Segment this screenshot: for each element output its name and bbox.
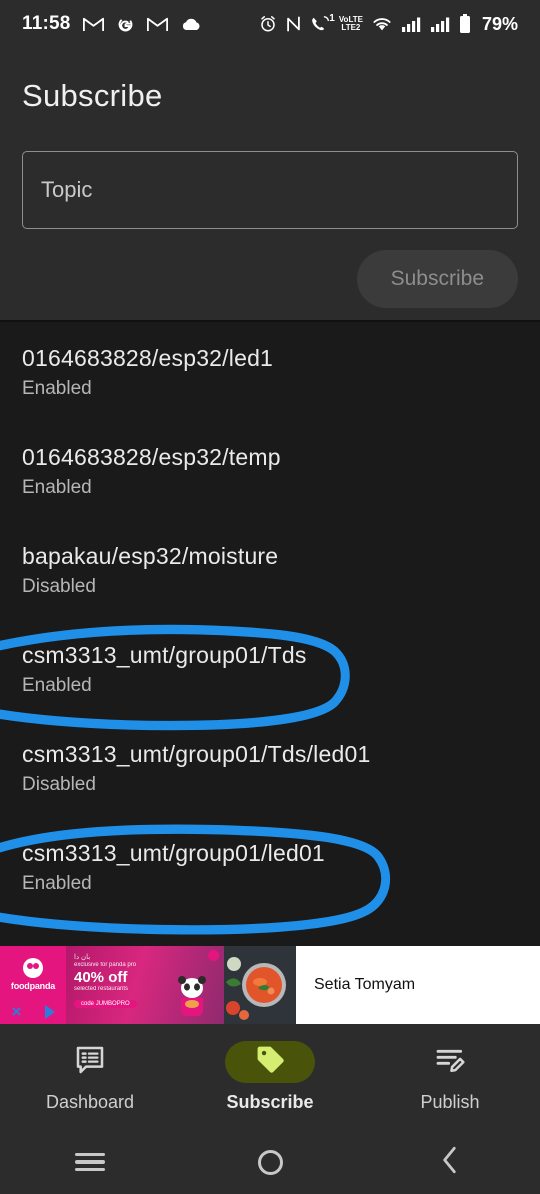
ad-arabic-line: بان دا — [74, 954, 91, 961]
recents-button[interactable] — [0, 1149, 180, 1176]
status-bar-right: 1 VoLTE LTE2 79% — [259, 13, 518, 35]
topic-input[interactable]: Topic — [22, 151, 518, 229]
ad-restaurant-name: Setia Tomyam — [314, 976, 416, 993]
google-icon — [116, 15, 135, 34]
home-icon — [257, 1149, 283, 1175]
signal-icon — [401, 16, 421, 32]
volte2-icon: VoLTE LTE2 — [339, 16, 363, 32]
gmail-icon — [146, 16, 168, 32]
tomyam-photo — [224, 946, 296, 1024]
list-item[interactable]: 0164683828/esp32/temp Enabled — [0, 443, 540, 542]
topic-input-placeholder: Topic — [41, 177, 93, 202]
status-bar: 11:58 1 VoLTE LTE2 79% — [0, 0, 540, 48]
panda-mascot-icon — [178, 976, 206, 1016]
gmail-icon — [82, 16, 104, 32]
nav-item-dashboard[interactable]: Dashboard — [0, 1041, 180, 1113]
ad-controls: × — [0, 1000, 66, 1024]
ad-brand-label: foodpanda — [10, 981, 56, 991]
battery-icon — [459, 14, 471, 34]
bottom-navigation: Dashboard Subscribe Publish — [0, 1024, 540, 1130]
topic-list[interactable]: 0164683828/esp32/led1 Enabled 0164683828… — [0, 322, 540, 946]
signal-icon — [430, 16, 450, 32]
list-item[interactable]: csm3313_umt/group01/Tds Enabled — [0, 641, 540, 740]
wifi-icon — [372, 16, 392, 32]
nav-item-publish[interactable]: Publish — [360, 1041, 540, 1113]
topic-name: csm3313_umt/group01/Tds/led01 — [22, 741, 371, 767]
topic-name: 0164683828/esp32/led1 — [22, 345, 274, 371]
call-badge: 1 — [329, 13, 335, 24]
ad-exclusive-line: exclusive for panda pro — [74, 962, 137, 968]
phone-screen: 11:58 1 VoLTE LTE2 79% Subscribe Topic S… — [0, 0, 540, 1194]
topic-name: bapakau/esp32/moisture — [22, 543, 279, 569]
nav-item-subscribe[interactable]: Subscribe — [180, 1041, 360, 1113]
back-icon — [437, 1145, 463, 1180]
alarm-icon — [259, 15, 277, 33]
ad-promo-code: code JUMBOPRO — [74, 1000, 137, 1008]
volte-sublabel: LTE2 — [341, 23, 361, 32]
nav-pill-dashboard — [45, 1041, 135, 1083]
back-button[interactable] — [360, 1145, 540, 1180]
topic-state: Disabled — [22, 576, 96, 598]
battery-percent: 79% — [481, 13, 518, 34]
ad-info-icon[interactable] — [33, 1000, 66, 1024]
topic-name: csm3313_umt/group01/led01 — [22, 840, 325, 866]
ad-close-icon[interactable]: × — [0, 1000, 33, 1024]
ad-brand: foodpanda × — [0, 946, 66, 1024]
call-icon: 1 — [310, 13, 335, 33]
topic-state: Enabled — [22, 477, 92, 499]
message-list-icon — [74, 1044, 106, 1081]
status-clock: 11:58 — [22, 13, 71, 34]
nfc-icon — [286, 15, 301, 33]
topic-name: csm3313_umt/group01/Tds — [22, 642, 307, 668]
nav-pill-publish — [405, 1041, 495, 1083]
ad-thumbnail — [224, 946, 296, 1024]
ad-banner[interactable]: foodpanda × بان دا exclusive for panda p… — [0, 946, 540, 1024]
home-button[interactable] — [180, 1149, 360, 1175]
page-title: Subscribe — [22, 78, 163, 113]
ad-badge-icon — [208, 950, 219, 961]
list-item[interactable]: 0164683828/esp32/led1 Enabled — [0, 344, 540, 443]
list-item[interactable]: csm3313_umt/group01/led01 Enabled — [0, 839, 540, 938]
compose-icon — [434, 1044, 466, 1081]
list-item[interactable]: bapakau/esp32/moisture Disabled — [0, 542, 540, 641]
subscribe-button-row: Subscribe — [22, 250, 518, 308]
topic-state: Disabled — [22, 774, 96, 796]
nav-label-dashboard: Dashboard — [45, 1092, 135, 1112]
status-bar-left: 11:58 — [22, 13, 202, 35]
topic-state: Enabled — [22, 873, 92, 895]
nav-label-publish: Publish — [420, 1092, 480, 1112]
nav-label-subscribe: Subscribe — [226, 1092, 314, 1112]
subscribe-header: Subscribe Topic Subscribe — [0, 48, 540, 320]
topic-state: Enabled — [22, 675, 92, 697]
system-navigation-bar — [0, 1130, 540, 1194]
tag-icon — [254, 1043, 287, 1081]
subscribe-button[interactable]: Subscribe — [356, 250, 518, 308]
cloud-icon — [180, 17, 202, 32]
ad-hero[interactable]: بان دا exclusive for panda pro 40% off s… — [66, 946, 224, 1024]
recents-icon — [75, 1149, 105, 1176]
topic-state: Enabled — [22, 378, 92, 400]
list-item[interactable]: csm3313_umt/group01/Tds/led01 Disabled — [0, 740, 540, 839]
topic-name: 0164683828/esp32/temp — [22, 444, 281, 470]
nav-pill-subscribe — [225, 1041, 315, 1083]
panda-logo-icon — [23, 958, 43, 978]
